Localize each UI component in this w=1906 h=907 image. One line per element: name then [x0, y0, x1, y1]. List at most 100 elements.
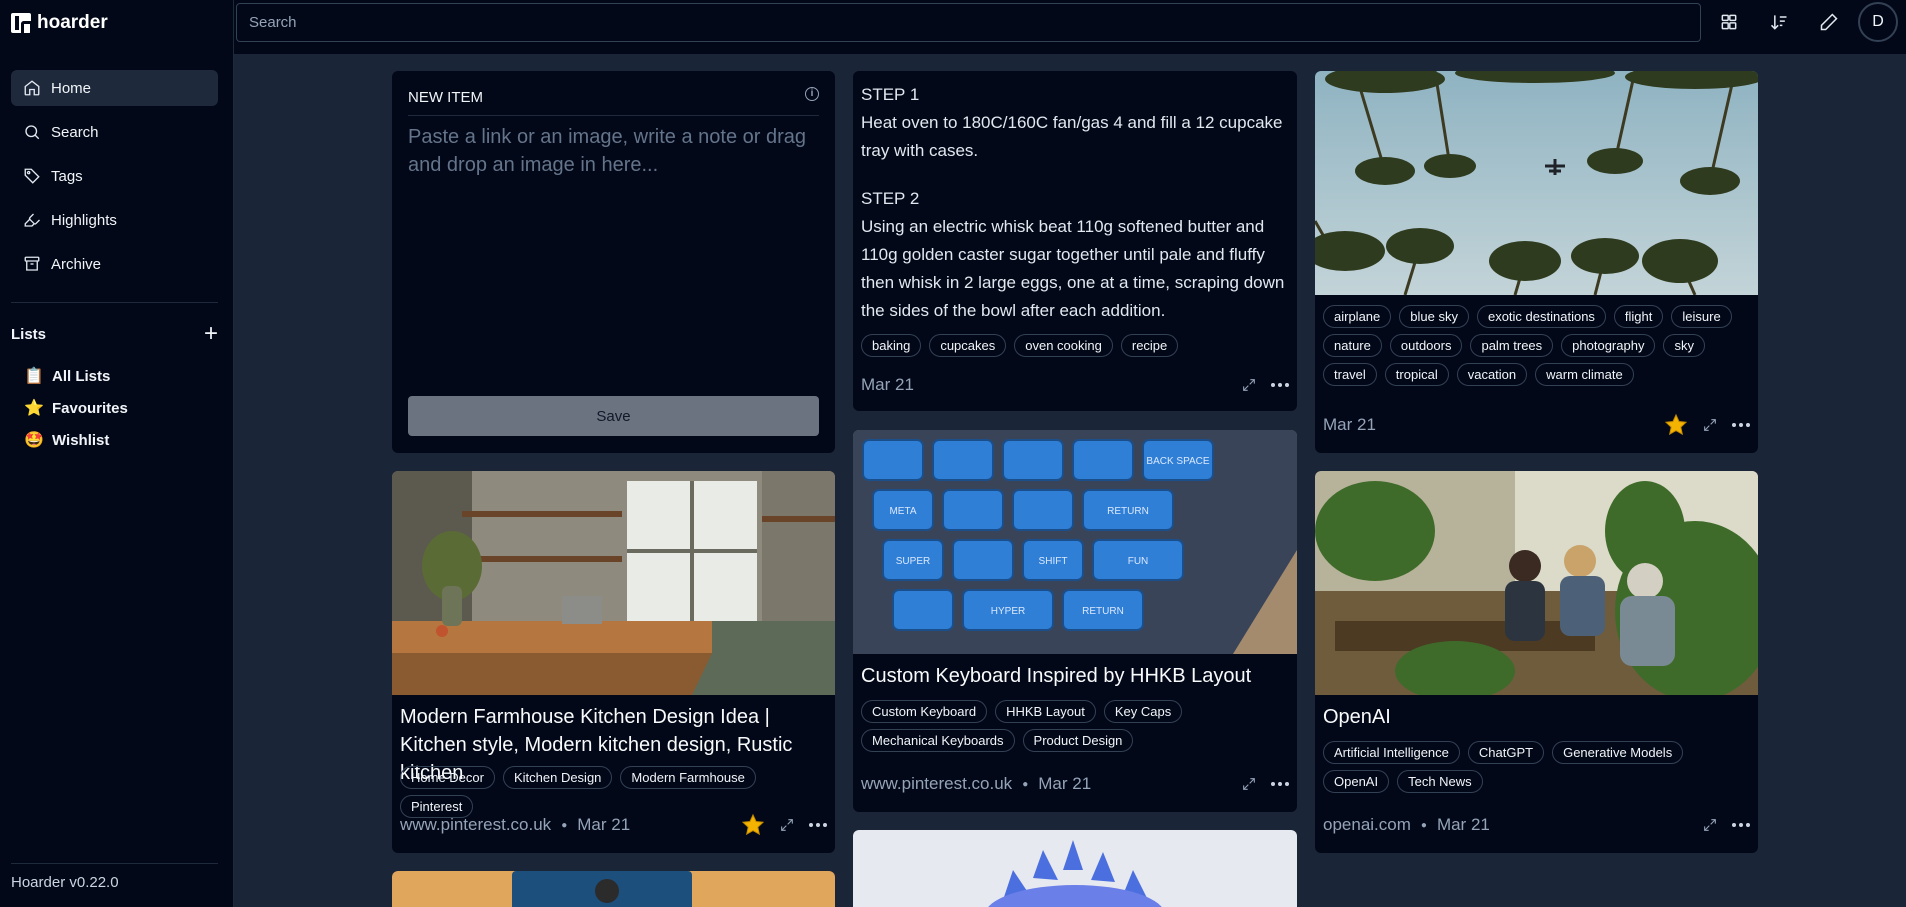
- layout-toggle-button[interactable]: [1704, 4, 1754, 40]
- tag-chip[interactable]: Generative Models: [1552, 741, 1684, 764]
- lists: 📋 All Lists ⭐ Favourites 🤩 Wishlist: [24, 360, 128, 456]
- app-version: Hoarder v0.22.0: [11, 874, 119, 891]
- tag-chip[interactable]: baking: [861, 334, 922, 357]
- tag-chip[interactable]: photography: [1561, 334, 1656, 357]
- card-actions: [1664, 413, 1750, 437]
- hoarder-logo-icon: [11, 13, 33, 33]
- nav-item-search[interactable]: Search: [11, 114, 218, 150]
- favourite-star-icon[interactable]: [741, 813, 765, 837]
- tag-chip[interactable]: Mechanical Keyboards: [861, 729, 1015, 752]
- tag-chip[interactable]: outdoors: [1389, 334, 1463, 357]
- tag-chip[interactable]: Key Caps: [1103, 700, 1183, 723]
- card-source[interactable]: www.pinterest.co.uk: [861, 774, 1012, 794]
- list-item-favourites[interactable]: ⭐ Favourites: [24, 392, 128, 424]
- card-source[interactable]: www.pinterest.co.uk: [400, 815, 551, 835]
- save-button[interactable]: Save: [408, 396, 819, 436]
- bulk-edit-button[interactable]: [1804, 4, 1854, 40]
- tag-chip[interactable]: Tech News: [1397, 770, 1483, 793]
- tag-chip[interactable]: leisure: [1671, 305, 1732, 328]
- tag-chip[interactable]: Custom Keyboard: [861, 700, 988, 723]
- note-step-title: STEP 2: [861, 189, 920, 208]
- search-input[interactable]: Search: [236, 3, 1701, 42]
- list-item-all-lists[interactable]: 📋 All Lists: [24, 360, 128, 392]
- bookmark-card-partial[interactable]: [392, 871, 835, 907]
- tag-chip[interactable]: vacation: [1456, 363, 1528, 386]
- more-options-icon[interactable]: [1732, 423, 1750, 427]
- tag-chip[interactable]: Kitchen Design: [502, 766, 613, 789]
- expand-icon[interactable]: [779, 817, 795, 833]
- tag-chip[interactable]: flight: [1613, 305, 1664, 328]
- keyboard-image: BACK SPACE RETURN SHIFT FUN RETURN HYPER…: [853, 430, 1297, 654]
- list-item-label: All Lists: [52, 367, 111, 385]
- keycap-label: RETURN: [1107, 506, 1149, 517]
- more-options-icon[interactable]: [1271, 782, 1289, 786]
- bookmark-card-partial[interactable]: [853, 830, 1297, 907]
- keycap-label: SUPER: [896, 556, 930, 567]
- expand-icon[interactable]: [1241, 776, 1257, 792]
- tag-chip[interactable]: Product Design: [1022, 729, 1134, 752]
- new-item-editor[interactable]: Paste a link or an image, write a note o…: [408, 123, 819, 179]
- palm-trees-card[interactable]: airplane blue sky exotic destinations fl…: [1315, 71, 1758, 453]
- main-nav: Home Search Tags Highlights Archive: [11, 70, 218, 290]
- more-options-icon[interactable]: [1271, 383, 1289, 387]
- sort-button[interactable]: [1754, 4, 1804, 40]
- user-avatar[interactable]: D: [1858, 2, 1898, 42]
- more-options-icon[interactable]: [1732, 823, 1750, 827]
- card-source[interactable]: openai.com: [1323, 815, 1411, 835]
- sidebar-divider: [11, 863, 218, 864]
- tag-chip[interactable]: Modern Farmhouse: [620, 766, 756, 789]
- expand-icon[interactable]: [1702, 817, 1718, 833]
- tag-chip[interactable]: travel: [1323, 363, 1377, 386]
- tag-chip[interactable]: oven cooking: [1014, 334, 1113, 357]
- grid-layout-icon: [1721, 14, 1737, 30]
- note-step-text: Using an electric whisk beat 110g soften…: [861, 217, 1285, 320]
- tag-chip[interactable]: warm climate: [1535, 363, 1634, 386]
- tag-chip[interactable]: tropical: [1384, 363, 1449, 386]
- expand-icon[interactable]: [1702, 417, 1718, 433]
- star-struck-icon: 🤩: [24, 432, 44, 449]
- tag-chip[interactable]: recipe: [1120, 334, 1179, 357]
- expand-icon[interactable]: [1241, 377, 1257, 393]
- keyboard-card[interactable]: BACK SPACE RETURN SHIFT FUN RETURN HYPER…: [853, 430, 1297, 812]
- info-icon[interactable]: i: [805, 87, 819, 101]
- app-logo[interactable]: hoarder: [11, 12, 108, 34]
- tag-chip[interactable]: nature: [1323, 334, 1382, 357]
- nav-item-home[interactable]: Home: [11, 70, 218, 106]
- add-list-icon[interactable]: +: [204, 322, 218, 346]
- tag-chip[interactable]: airplane: [1323, 305, 1392, 328]
- tag-chip[interactable]: OpenAI: [1323, 770, 1390, 793]
- tag-list: baking cupcakes oven cooking recipe: [861, 334, 1289, 357]
- keycap-label: SHIFT: [1039, 556, 1068, 567]
- card-footer: openai.com ● Mar 21: [1323, 813, 1750, 837]
- openai-card[interactable]: OpenAI Artificial Intelligence ChatGPT G…: [1315, 471, 1758, 853]
- tag-chip[interactable]: palm trees: [1470, 334, 1554, 357]
- card-title[interactable]: Custom Keyboard Inspired by HHKB Layout: [861, 662, 1289, 690]
- lists-header: Lists +: [11, 322, 218, 346]
- tag-chip[interactable]: Artificial Intelligence: [1323, 741, 1460, 764]
- nav-item-archive[interactable]: Archive: [11, 246, 218, 282]
- tag-chip[interactable]: ChatGPT: [1467, 741, 1545, 764]
- list-item-wishlist[interactable]: 🤩 Wishlist: [24, 424, 128, 456]
- separator-dot: ●: [561, 819, 568, 831]
- kitchen-card[interactable]: Modern Farmhouse Kitchen Design Idea | K…: [392, 471, 835, 853]
- new-item-card: NEW ITEM i Paste a link or an image, wri…: [392, 71, 835, 453]
- favourite-star-icon[interactable]: [1664, 413, 1688, 437]
- card-title[interactable]: OpenAI: [1323, 703, 1750, 731]
- nav-item-label: Home: [51, 79, 92, 97]
- tag-chip[interactable]: Home Decor: [400, 766, 495, 789]
- keycap-label: RETURN: [1082, 606, 1124, 617]
- toolbar: D: [1704, 2, 1906, 42]
- nav-item-highlights[interactable]: Highlights: [11, 202, 218, 238]
- tag-chip[interactable]: cupcakes: [929, 334, 1007, 357]
- home-icon: [24, 80, 40, 96]
- card-actions: [741, 813, 827, 837]
- tag-chip[interactable]: blue sky: [1399, 305, 1469, 328]
- nav-item-tags[interactable]: Tags: [11, 158, 218, 194]
- new-item-title: NEW ITEM: [408, 89, 483, 106]
- note-card[interactable]: STEP 1 Heat oven to 180C/160C fan/gas 4 …: [853, 71, 1297, 411]
- tag-chip[interactable]: sky: [1663, 334, 1705, 357]
- more-options-icon[interactable]: [809, 823, 827, 827]
- tag-chip[interactable]: HHKB Layout: [995, 700, 1096, 723]
- keycap-label: FUN: [1128, 556, 1149, 567]
- tag-chip[interactable]: exotic destinations: [1476, 305, 1606, 328]
